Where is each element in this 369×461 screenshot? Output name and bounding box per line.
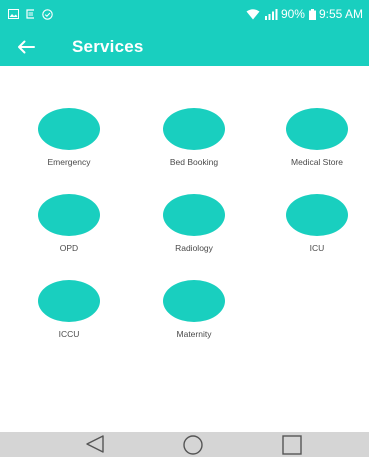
wifi-icon (246, 8, 260, 19)
service-radiology[interactable]: Radiology (144, 194, 244, 253)
navigation-bar (0, 432, 369, 457)
back-button[interactable] (6, 28, 46, 66)
service-opd[interactable]: OPD (19, 194, 119, 253)
service-icon (286, 108, 348, 150)
service-label: Radiology (175, 243, 213, 253)
service-icon (38, 280, 100, 322)
service-label: Bed Booking (169, 157, 219, 167)
service-label: ICU (309, 243, 325, 253)
status-bar-right: 90% 9:55 AM (242, 7, 363, 21)
service-icon (163, 108, 225, 150)
status-bar: 90% 9:55 AM (0, 0, 369, 28)
shield-check-icon (42, 8, 53, 20)
service-maternity[interactable]: Maternity (144, 280, 244, 339)
service-label: Maternity (176, 329, 212, 339)
service-label: ICCU (58, 329, 80, 339)
service-icon (38, 194, 100, 236)
notification-icon (26, 9, 34, 19)
signal-icon (264, 8, 278, 20)
page-title: Services (72, 37, 144, 56)
service-label: Emergency (47, 157, 91, 167)
app-bar: Services (0, 28, 369, 66)
service-iccu[interactable]: ICCU (19, 280, 119, 339)
status-time: 9:55 AM (318, 7, 363, 21)
service-icon (163, 280, 225, 322)
battery-icon (308, 8, 316, 20)
service-label: Medical Store (291, 157, 343, 167)
service-icon (163, 194, 225, 236)
nav-back-button[interactable] (84, 434, 106, 459)
service-emergency[interactable]: Emergency (19, 108, 119, 167)
service-icon (286, 194, 348, 236)
back-triangle-icon (86, 435, 104, 453)
arrow-left-icon (18, 40, 35, 54)
status-bar-left (8, 8, 59, 20)
recents-square-icon (282, 435, 302, 455)
service-label: OPD (59, 243, 79, 253)
home-circle-icon (183, 435, 203, 455)
service-medical-store[interactable]: Medical Store (267, 108, 367, 167)
service-icon (38, 108, 100, 150)
service-icu[interactable]: ICU (267, 194, 367, 253)
service-bed-booking[interactable]: Bed Booking (144, 108, 244, 167)
battery-percentage: 90% (280, 7, 305, 21)
image-icon (8, 9, 19, 19)
